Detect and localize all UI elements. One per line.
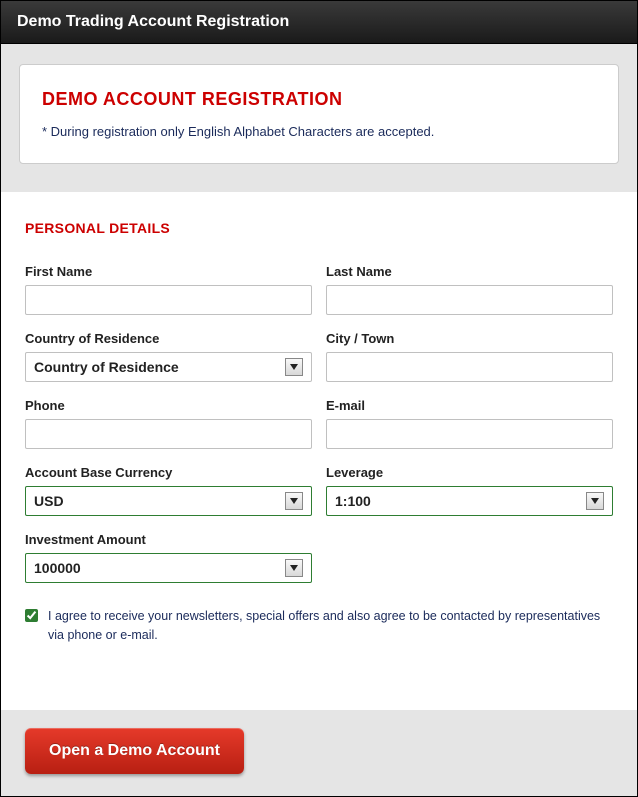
chevron-down-icon [285,559,303,577]
consent-text: I agree to receive your newsletters, spe… [48,607,613,645]
chevron-down-icon [586,492,604,510]
phone-label: Phone [25,398,312,413]
info-box: DEMO ACCOUNT REGISTRATION * During regis… [19,64,619,164]
info-title: DEMO ACCOUNT REGISTRATION [42,89,596,110]
footer: Open a Demo Account [1,710,637,796]
country-label: Country of Residence [25,331,312,346]
top-section: DEMO ACCOUNT REGISTRATION * During regis… [1,44,637,192]
currency-label: Account Base Currency [25,465,312,480]
first-name-label: First Name [25,264,312,279]
investment-select[interactable]: 100000 [25,553,312,583]
last-name-label: Last Name [326,264,613,279]
currency-selected: USD [34,493,285,509]
open-demo-account-button[interactable]: Open a Demo Account [25,728,244,774]
form-section: PERSONAL DETAILS First Name Last Name Co… [1,192,637,710]
email-label: E-mail [326,398,613,413]
city-input[interactable] [326,352,613,382]
info-note: * During registration only English Alpha… [42,124,596,139]
window-title: Demo Trading Account Registration [17,13,289,30]
country-select[interactable]: Country of Residence [25,352,312,382]
currency-select[interactable]: USD [25,486,312,516]
chevron-down-icon [285,492,303,510]
chevron-down-icon [285,358,303,376]
phone-input[interactable] [25,419,312,449]
investment-selected: 100000 [34,560,285,576]
leverage-select[interactable]: 1:100 [326,486,613,516]
leverage-label: Leverage [326,465,613,480]
section-title: PERSONAL DETAILS [25,220,613,236]
window-titlebar: Demo Trading Account Registration [1,1,637,44]
registration-window: Demo Trading Account Registration DEMO A… [0,0,638,797]
consent-row: I agree to receive your newsletters, spe… [25,607,613,645]
city-label: City / Town [326,331,613,346]
leverage-selected: 1:100 [335,493,586,509]
country-selected: Country of Residence [34,359,285,375]
first-name-input[interactable] [25,285,312,315]
consent-checkbox[interactable] [25,608,38,623]
last-name-input[interactable] [326,285,613,315]
email-input[interactable] [326,419,613,449]
investment-label: Investment Amount [25,532,312,547]
